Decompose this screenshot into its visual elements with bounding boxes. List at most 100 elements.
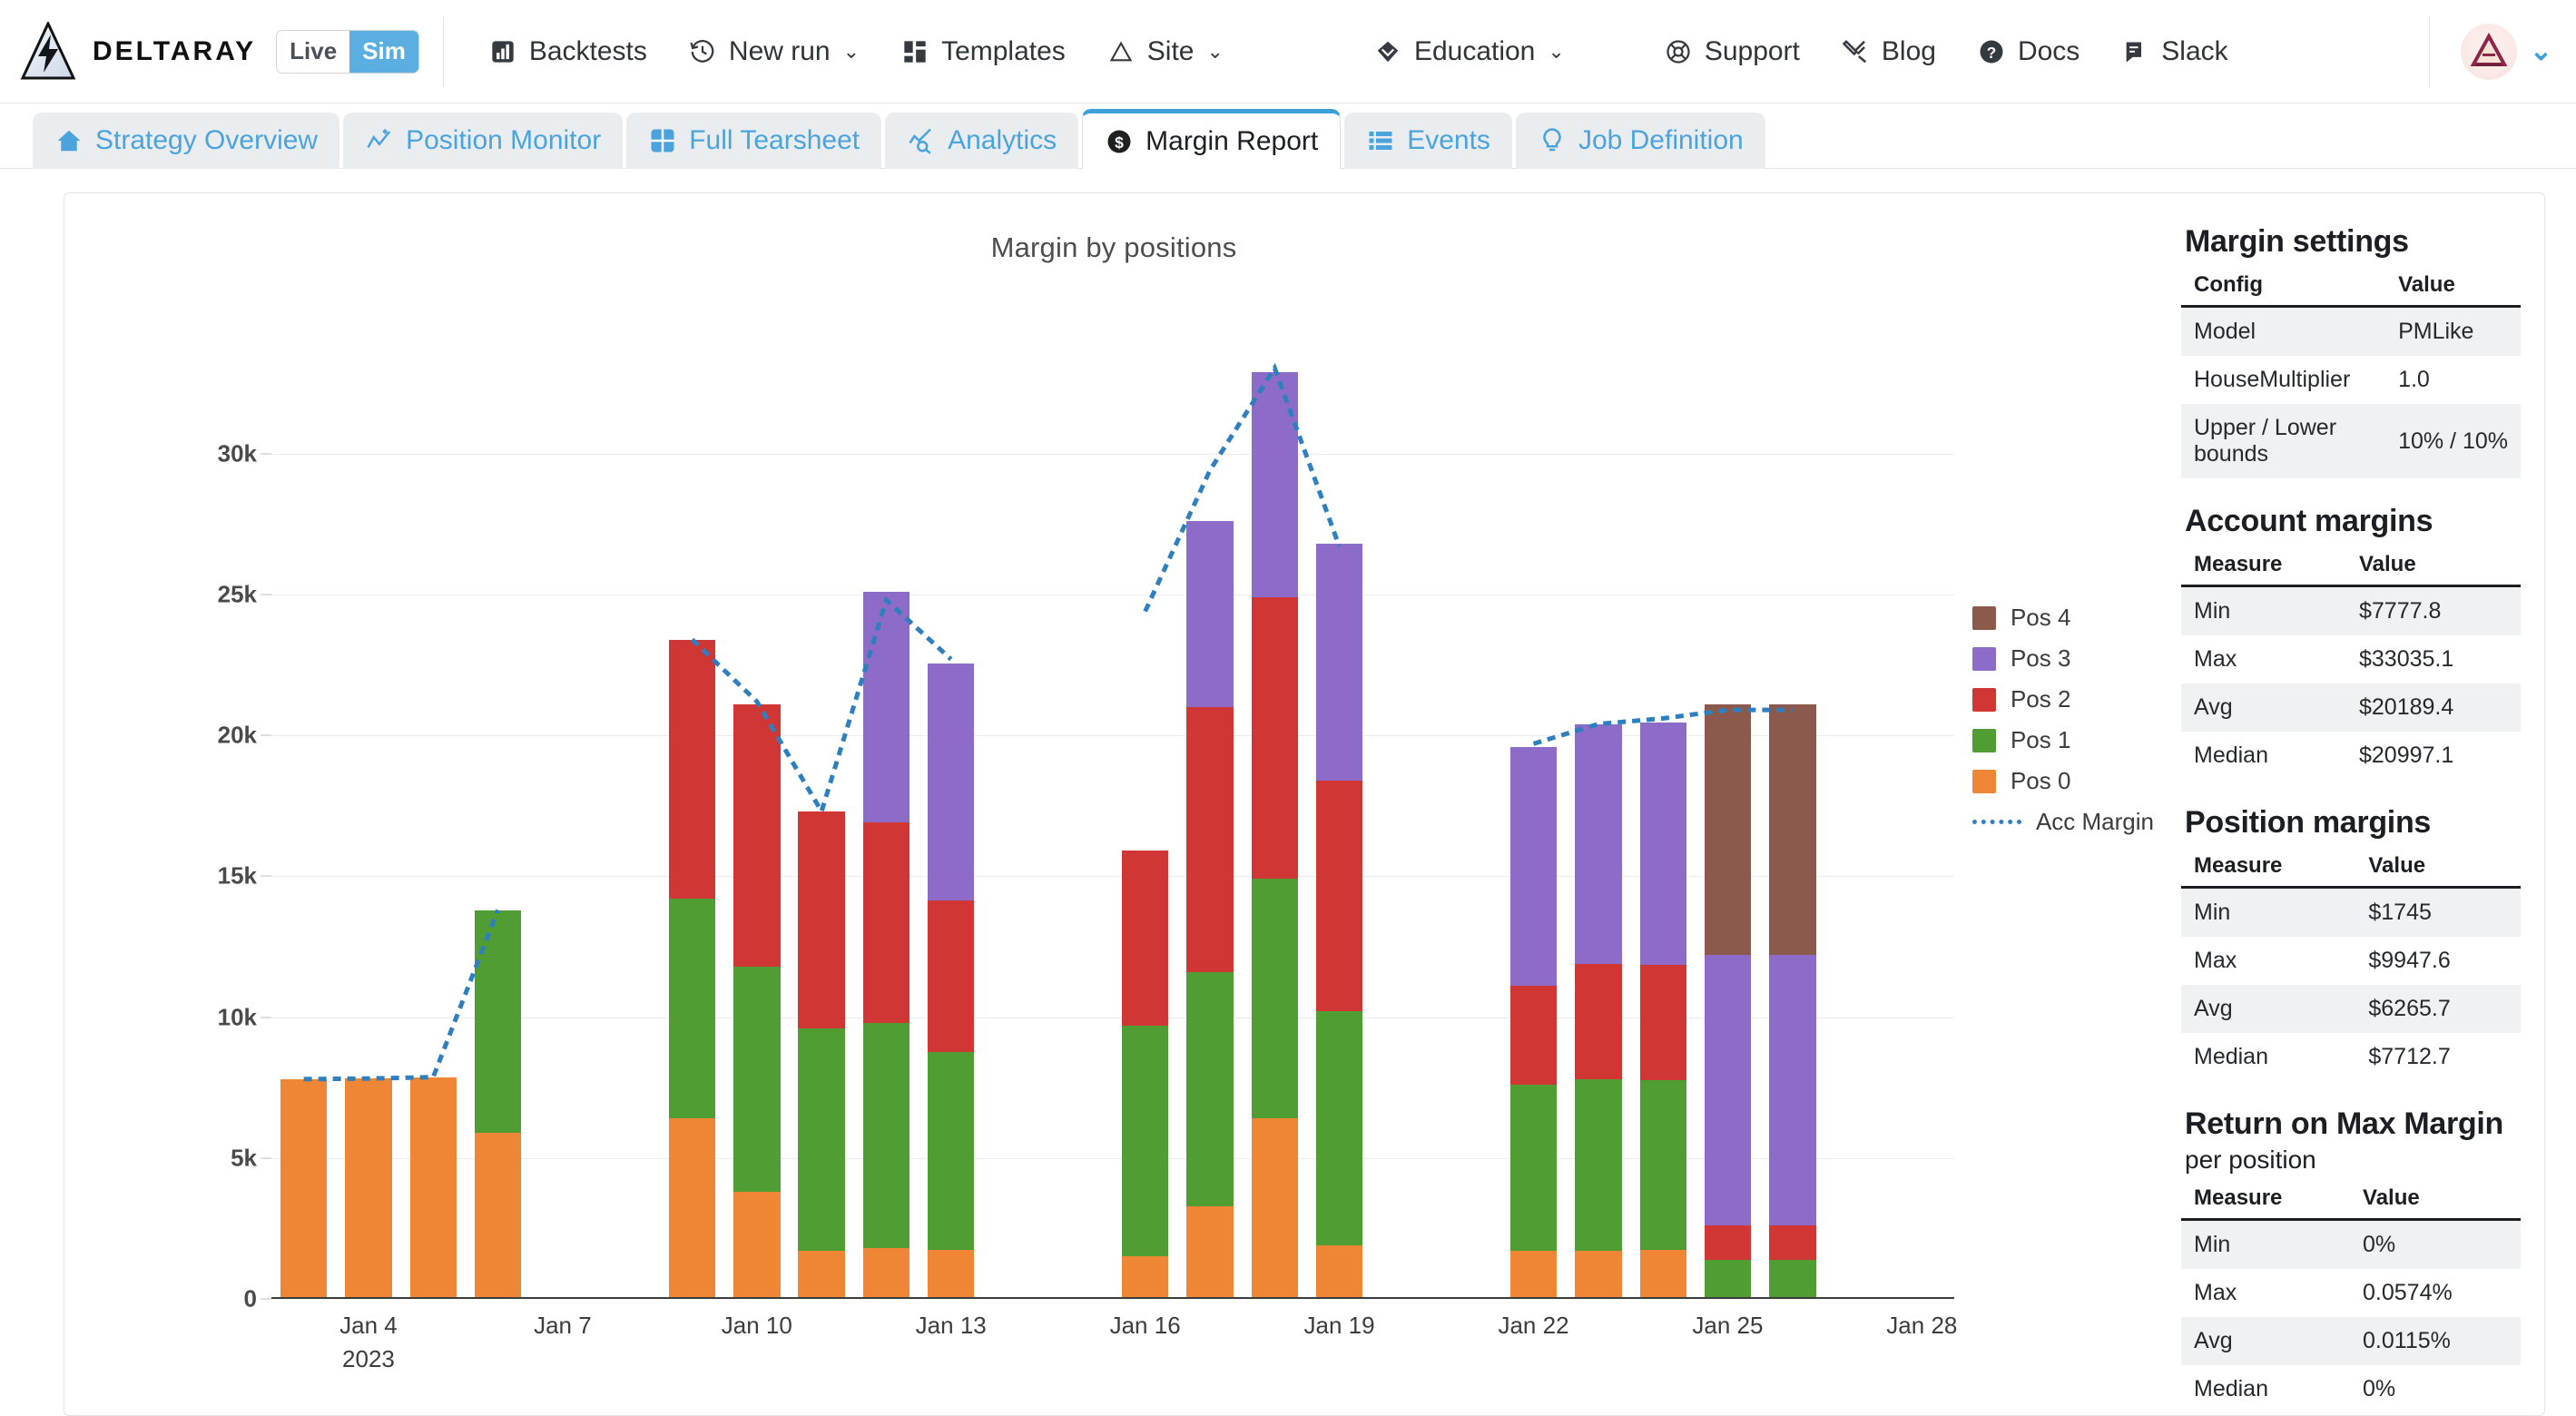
y-tick-label: 30k: [217, 439, 257, 467]
legend-item-pos-0[interactable]: Pos 0: [1971, 767, 2154, 795]
value-cell: PMLike: [2398, 319, 2474, 344]
live-sim-toggle[interactable]: Live Sim: [276, 29, 419, 74]
chart-title: Margin by positions: [990, 231, 1237, 263]
table-row: Avg $6265.7: [2181, 985, 2521, 1033]
tab-label: Events: [1407, 125, 1490, 155]
nav-item-label: Support: [1704, 35, 1800, 66]
dollar-coin-icon: $: [1105, 127, 1134, 156]
sim-mode-option[interactable]: Sim: [349, 30, 418, 73]
nav-item-education[interactable]: Education ⌄: [1352, 20, 1585, 84]
chevron-down-icon: ⌄: [1548, 39, 1565, 63]
user-avatar[interactable]: [2460, 23, 2517, 80]
legend-item-pos-4[interactable]: Pos 4: [1971, 604, 2154, 632]
column-header: Value: [2355, 848, 2521, 889]
measure-cell: Avg: [2194, 996, 2233, 1021]
nav-item-templates[interactable]: Templates: [880, 20, 1086, 84]
legend-swatch: [1971, 769, 1996, 793]
legend-item-acc-margin[interactable]: Acc Margin: [1971, 808, 2154, 836]
nav-item-support[interactable]: Support: [1643, 20, 1820, 84]
acc-margin-line: [271, 355, 1954, 1299]
value-cell: $1745: [2368, 900, 2432, 925]
tab-job-definition[interactable]: Job Definition: [1515, 113, 1765, 169]
chevron-down-icon: ⌄: [1206, 39, 1224, 63]
table-row: Min 0%: [2181, 1219, 2521, 1269]
measure-cell: Min: [2194, 1232, 2231, 1257]
acc-margin-polyline: [1145, 368, 1340, 611]
nav-item-label: Backtests: [528, 35, 647, 66]
value-cell: 10% / 10%: [2398, 428, 2508, 454]
tab-margin-report[interactable]: $ Margin Report: [1082, 109, 1342, 169]
tab-analytics[interactable]: Analytics: [885, 113, 1079, 169]
column-header: Value: [2385, 267, 2521, 308]
legend-swatch: [1971, 687, 1996, 712]
x-tick-label: Jan 28: [1886, 1312, 1958, 1339]
nav-item-site[interactable]: Site ⌄: [1086, 20, 1244, 84]
tab-full-tearsheet[interactable]: Full Tearsheet: [626, 113, 882, 169]
margin-chart-pane: Margin by positions 0 5k 10k 15k 20k 25k 30k J…: [64, 193, 2163, 1415]
table-header-row: Measure Value: [2181, 546, 2521, 587]
acc-margin-polyline: [304, 910, 498, 1079]
section-title: Return on Max Margin: [2185, 1106, 2504, 1141]
value-cell: 0.0574%: [2363, 1280, 2453, 1305]
x-tick-label: Jan 22: [1498, 1312, 1569, 1339]
column-header: Config: [2181, 267, 2386, 308]
brand-name: DELTARAY: [93, 35, 257, 66]
table-row: Upper / Lower bounds 10% / 10%: [2181, 404, 2521, 478]
nav-item-blog[interactable]: Blog: [1820, 20, 1956, 84]
chevron-down-icon[interactable]: ⌄: [2530, 35, 2552, 67]
table-row: Max $33035.1: [2181, 635, 2521, 683]
chart-legend: Pos 4 Pos 3 Pos 2 Pos 1 Pos 0 Acc Margin: [1971, 604, 2154, 836]
bar-chart-icon: [487, 36, 518, 67]
legend-item-pos-3[interactable]: Pos 3: [1971, 644, 2154, 673]
x-axis-line: [271, 1297, 1954, 1299]
measure-cell: Max: [2194, 1280, 2237, 1305]
nav-item-label: New run: [728, 35, 831, 66]
nav-right-group: ⌄: [2428, 15, 2576, 87]
margin-report-card: Margin by positions 0 5k 10k 15k 20k 25k 30k J…: [64, 192, 2545, 1416]
return-on-max-margin-table: Measure Value Min 0% Max 0.0574% Avg 0.0115% M…: [2181, 1180, 2521, 1413]
nav-item-slack[interactable]: Slack: [2099, 20, 2247, 84]
table-header-row: Measure Value: [2181, 848, 2521, 889]
value-cell: $7777.8: [2358, 598, 2442, 624]
table-header-row: Config Value: [2181, 267, 2521, 308]
table-row: Median 0%: [2181, 1365, 2521, 1413]
legend-swatch: [1971, 728, 1996, 752]
grid-table-icon: [648, 126, 677, 155]
measure-cell: Max: [2194, 948, 2237, 973]
margin-by-positions-chart: 0 5k 10k 15k 20k 25k 30k Jan 4 2023 Jan 7 Jan 10 J…: [64, 280, 2163, 1415]
tab-position-monitor[interactable]: Position Monitor: [343, 113, 624, 169]
legend-item-pos-2[interactable]: Pos 2: [1971, 685, 2154, 713]
primary-nav-group: Backtests New run ⌄ Templates Site ⌄ Edu…: [467, 20, 2248, 84]
measure-cell: Median: [2194, 1044, 2268, 1069]
list-icon: [1366, 126, 1395, 155]
x-tick-label: Jan 25: [1692, 1312, 1764, 1339]
table-row: Max $9947.6: [2181, 937, 2521, 985]
layout-grid-icon: [900, 36, 930, 67]
table-row: Model PMLike: [2181, 306, 2521, 356]
y-tick-mark: [261, 1017, 271, 1018]
tab-strategy-overview[interactable]: Strategy Overview: [33, 113, 340, 169]
column-header: Value: [2345, 546, 2521, 587]
account-menu[interactable]: ⌄: [2428, 15, 2552, 87]
margin-summary-sidebar: Margin settings Config Value Model PMLike…: [2163, 193, 2544, 1415]
measure-cell: Max: [2194, 646, 2237, 672]
section-subtitle: per position: [2185, 1146, 2316, 1174]
chevron-down-icon: ⌄: [842, 39, 860, 63]
tab-events[interactable]: Events: [1344, 113, 1512, 169]
section-title: Position margins: [2185, 805, 2432, 840]
legend-item-pos-1[interactable]: Pos 1: [1971, 726, 2154, 754]
lifebuoy-icon: [1663, 36, 1694, 67]
margin-settings-table: Config Value Model PMLike HouseMultiplier 1…: [2181, 267, 2521, 478]
legend-swatch: [1971, 646, 1996, 671]
tab-label: Position Monitor: [406, 125, 602, 155]
margin-settings-section: Margin settings Config Value Model PMLike…: [2181, 224, 2521, 478]
nav-item-backtests[interactable]: Backtests: [467, 20, 667, 84]
measure-cell: Avg: [2194, 1328, 2233, 1353]
nav-item-new-run[interactable]: New run ⌄: [667, 20, 880, 84]
nav-item-docs[interactable]: ? Docs: [1956, 20, 2099, 84]
tab-label: Margin Report: [1145, 125, 1319, 156]
live-mode-option[interactable]: Live: [277, 30, 350, 73]
acc-margin-polyline: [1534, 710, 1793, 743]
value-cell: 0.0115%: [2363, 1328, 2451, 1353]
top-navigation-bar: DELTARAY Live Sim Backtests New run ⌄ Te…: [0, 0, 2576, 103]
